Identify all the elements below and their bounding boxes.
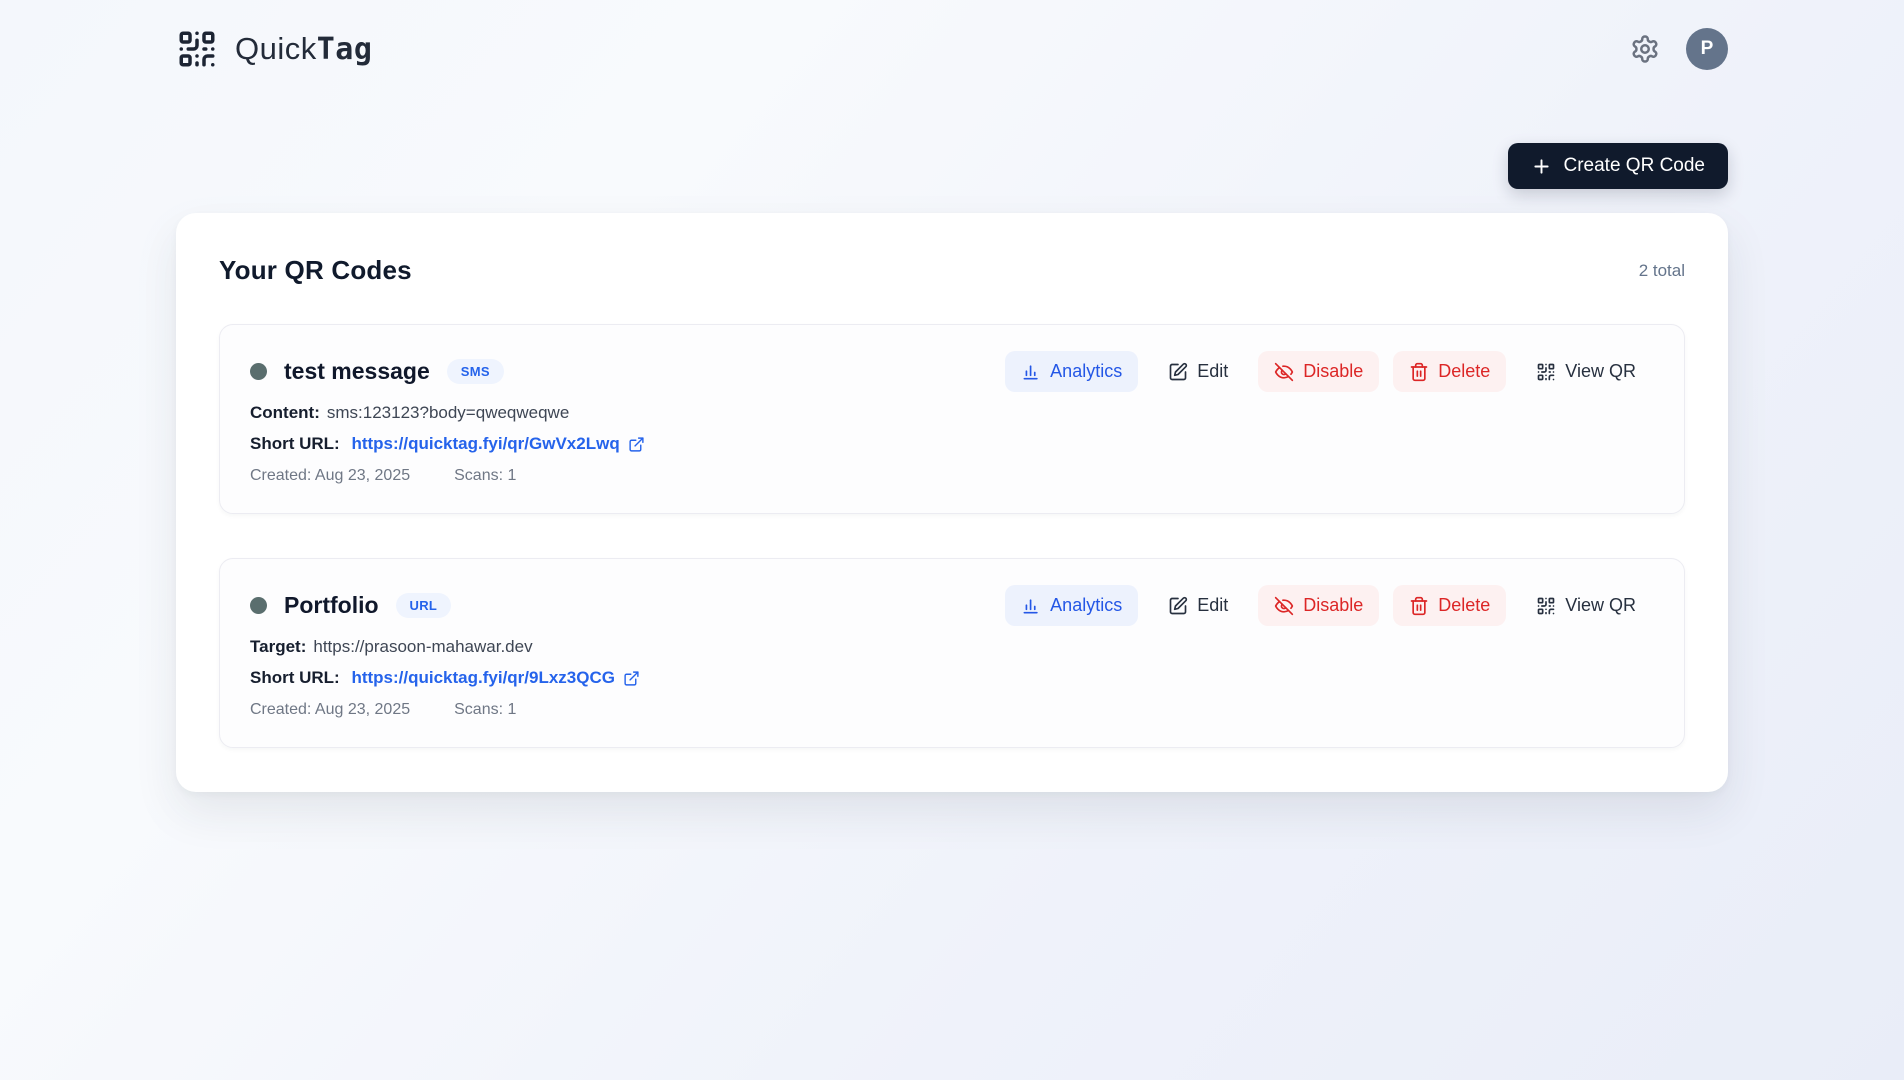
edit-label: Edit (1197, 595, 1229, 615)
qr-code-card: test message SMS Analytics Edit Disable (219, 324, 1685, 514)
type-badge: URL (395, 593, 452, 618)
trash-icon (1409, 596, 1429, 616)
short-url-link[interactable]: https://quicktag.fyi/qr/9Lxz3QCG (351, 668, 640, 688)
eye-off-icon (1274, 362, 1294, 382)
card-meta: Created: Aug 23, 2025 Scans: 1 (250, 701, 1652, 719)
type-badge: SMS (446, 359, 504, 384)
analytics-button[interactable]: Analytics (1005, 351, 1139, 392)
qr-code-name: test message (284, 358, 430, 384)
short-url-field: Short URL: https://quicktag.fyi/qr/9Lxz3… (250, 668, 1652, 688)
qr-code-icon (1536, 362, 1556, 382)
card-top-row: test message SMS Analytics Edit Disable (250, 351, 1652, 392)
brand-text: Quick Tag (235, 31, 372, 67)
view-qr-button[interactable]: View QR (1520, 351, 1652, 392)
view-qr-label: View QR (1565, 595, 1636, 615)
page-container: Quick Tag P Create QR Code Your QR Codes … (176, 0, 1728, 792)
target-value: https://prasoon-mahawar.dev (313, 637, 533, 656)
panel-title: Your QR Codes (219, 255, 412, 285)
card-title-group: Portfolio URL (250, 592, 452, 619)
brand-tag: Tag (316, 32, 373, 67)
app-logo: Quick Tag (176, 28, 372, 70)
short-url-label: Short URL: (250, 434, 340, 453)
create-row: Create QR Code (176, 143, 1728, 189)
delete-label: Delete (1438, 595, 1491, 615)
created-date: Created: Aug 23, 2025 (250, 701, 411, 718)
short-url-text: https://quicktag.fyi/qr/9Lxz3QCG (351, 668, 615, 687)
qr-code-icon (1536, 596, 1556, 616)
content-value: sms:123123?body=qweqweqwe (326, 403, 570, 422)
qr-logo-icon (176, 28, 218, 70)
trash-icon (1409, 362, 1429, 382)
status-dot (250, 597, 267, 614)
create-qr-code-label: Create QR Code (1563, 155, 1705, 176)
content-label: Content: (250, 403, 320, 422)
content-field: Content: sms:123123?body=qweqweqwe (250, 403, 1652, 423)
top-bar-right: P (1630, 28, 1728, 70)
qr-code-name: Portfolio (284, 592, 379, 618)
view-qr-button[interactable]: View QR (1520, 585, 1652, 626)
card-title-group: test message SMS (250, 358, 504, 385)
analytics-label: Analytics (1050, 361, 1123, 381)
scan-count: Scans: 1 (454, 467, 517, 484)
bar-chart-icon (1021, 362, 1041, 382)
card-meta: Created: Aug 23, 2025 Scans: 1 (250, 467, 1652, 485)
delete-button[interactable]: Delete (1393, 351, 1507, 392)
short-url-text: https://quicktag.fyi/qr/GwVx2Lwq (351, 434, 620, 453)
bar-chart-icon (1021, 596, 1041, 616)
disable-label: Disable (1303, 595, 1364, 615)
edit-button[interactable]: Edit (1152, 585, 1244, 626)
settings-button[interactable] (1630, 34, 1660, 64)
edit-button[interactable]: Edit (1152, 351, 1244, 392)
panel-header: Your QR Codes 2 total (219, 255, 1685, 286)
qr-codes-panel: Your QR Codes 2 total test message SMS A… (176, 213, 1728, 792)
qr-code-card: Portfolio URL Analytics Edit Disable Del… (219, 558, 1685, 748)
short-url-label: Short URL: (250, 668, 340, 687)
top-bar: Quick Tag P (176, 0, 1728, 70)
plus-icon (1531, 156, 1552, 177)
short-url-field: Short URL: https://quicktag.fyi/qr/GwVx2… (250, 434, 1652, 454)
edit-icon (1168, 362, 1188, 382)
user-avatar[interactable]: P (1686, 28, 1728, 70)
disable-button[interactable]: Disable (1258, 585, 1380, 626)
total-count: 2 total (1638, 260, 1685, 280)
gear-icon (1630, 34, 1660, 64)
analytics-button[interactable]: Analytics (1005, 585, 1139, 626)
edit-icon (1168, 596, 1188, 616)
card-actions: Analytics Edit Disable Delete View QR (1005, 351, 1652, 392)
delete-label: Delete (1438, 361, 1491, 381)
target-field: Target: https://prasoon-mahawar.dev (250, 637, 1652, 657)
analytics-label: Analytics (1050, 595, 1123, 615)
disable-label: Disable (1303, 361, 1364, 381)
target-label: Target: (250, 637, 307, 656)
external-link-icon (623, 670, 640, 687)
card-actions: Analytics Edit Disable Delete View QR (1005, 585, 1652, 626)
view-qr-label: View QR (1565, 361, 1636, 381)
created-date: Created: Aug 23, 2025 (250, 467, 411, 484)
card-top-row: Portfolio URL Analytics Edit Disable Del… (250, 585, 1652, 626)
edit-label: Edit (1197, 361, 1229, 381)
disable-button[interactable]: Disable (1258, 351, 1380, 392)
create-qr-code-button[interactable]: Create QR Code (1508, 143, 1728, 189)
status-dot (250, 363, 267, 380)
external-link-icon (628, 436, 645, 453)
brand-quick: Quick (235, 31, 317, 66)
avatar-initial: P (1700, 38, 1714, 59)
delete-button[interactable]: Delete (1393, 585, 1507, 626)
eye-off-icon (1274, 596, 1294, 616)
scan-count: Scans: 1 (454, 701, 517, 718)
short-url-link[interactable]: https://quicktag.fyi/qr/GwVx2Lwq (351, 434, 644, 454)
